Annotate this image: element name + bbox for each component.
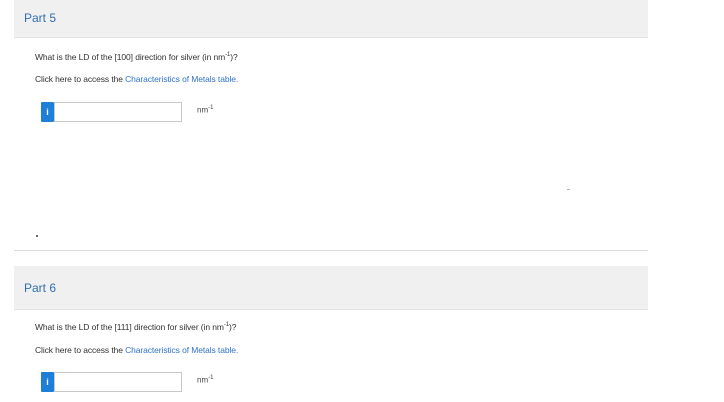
part5-title: Part 5 (24, 11, 57, 25)
part6-metals-table-link[interactable]: Characteristics of Metals table. (125, 345, 238, 355)
info-icon: i (46, 107, 49, 117)
part5-link-line: Click here to access the Characteristics… (35, 74, 238, 84)
part6-link-line: Click here to access the Characteristics… (35, 345, 238, 355)
part5-answer-input[interactable] (54, 102, 182, 122)
info-icon: i (46, 377, 49, 387)
part5-link-prefix: Click here to access the (35, 74, 126, 84)
part5-question-prefix: What is the LD of the [100] direction fo… (35, 52, 226, 62)
part6-answer-input[interactable] (54, 372, 182, 392)
part6-question: What is the LD of the [111] direction fo… (35, 322, 236, 332)
stray-mark (567, 189, 570, 190)
part5-info-button[interactable]: i (41, 102, 54, 122)
stray-mark (36, 235, 38, 237)
part5-metals-table-link[interactable]: Characteristics of Metals table. (125, 74, 238, 84)
part6-title: Part 6 (24, 281, 57, 295)
part5-unit-exp: -1 (208, 105, 214, 111)
part6-info-button[interactable]: i (41, 372, 54, 392)
part6-question-prefix: What is the LD of the [111] direction fo… (35, 322, 224, 332)
part6-link-prefix: Click here to access the (35, 345, 126, 355)
part5-unit: nm-1 (197, 105, 213, 115)
part6-unit-exp: -1 (208, 375, 214, 381)
part5-question: What is the LD of the [100] direction fo… (35, 52, 238, 62)
part6-unit: nm-1 (197, 375, 213, 385)
part5-header: Part 5 (14, 0, 648, 38)
part5-question-suffix: )? (230, 52, 238, 62)
part5-unit-base: nm (197, 105, 209, 115)
part6-header: Part 6 (14, 266, 648, 310)
section-divider (14, 250, 648, 251)
part6-unit-base: nm (197, 375, 209, 385)
part6-question-suffix: )? (228, 322, 237, 332)
